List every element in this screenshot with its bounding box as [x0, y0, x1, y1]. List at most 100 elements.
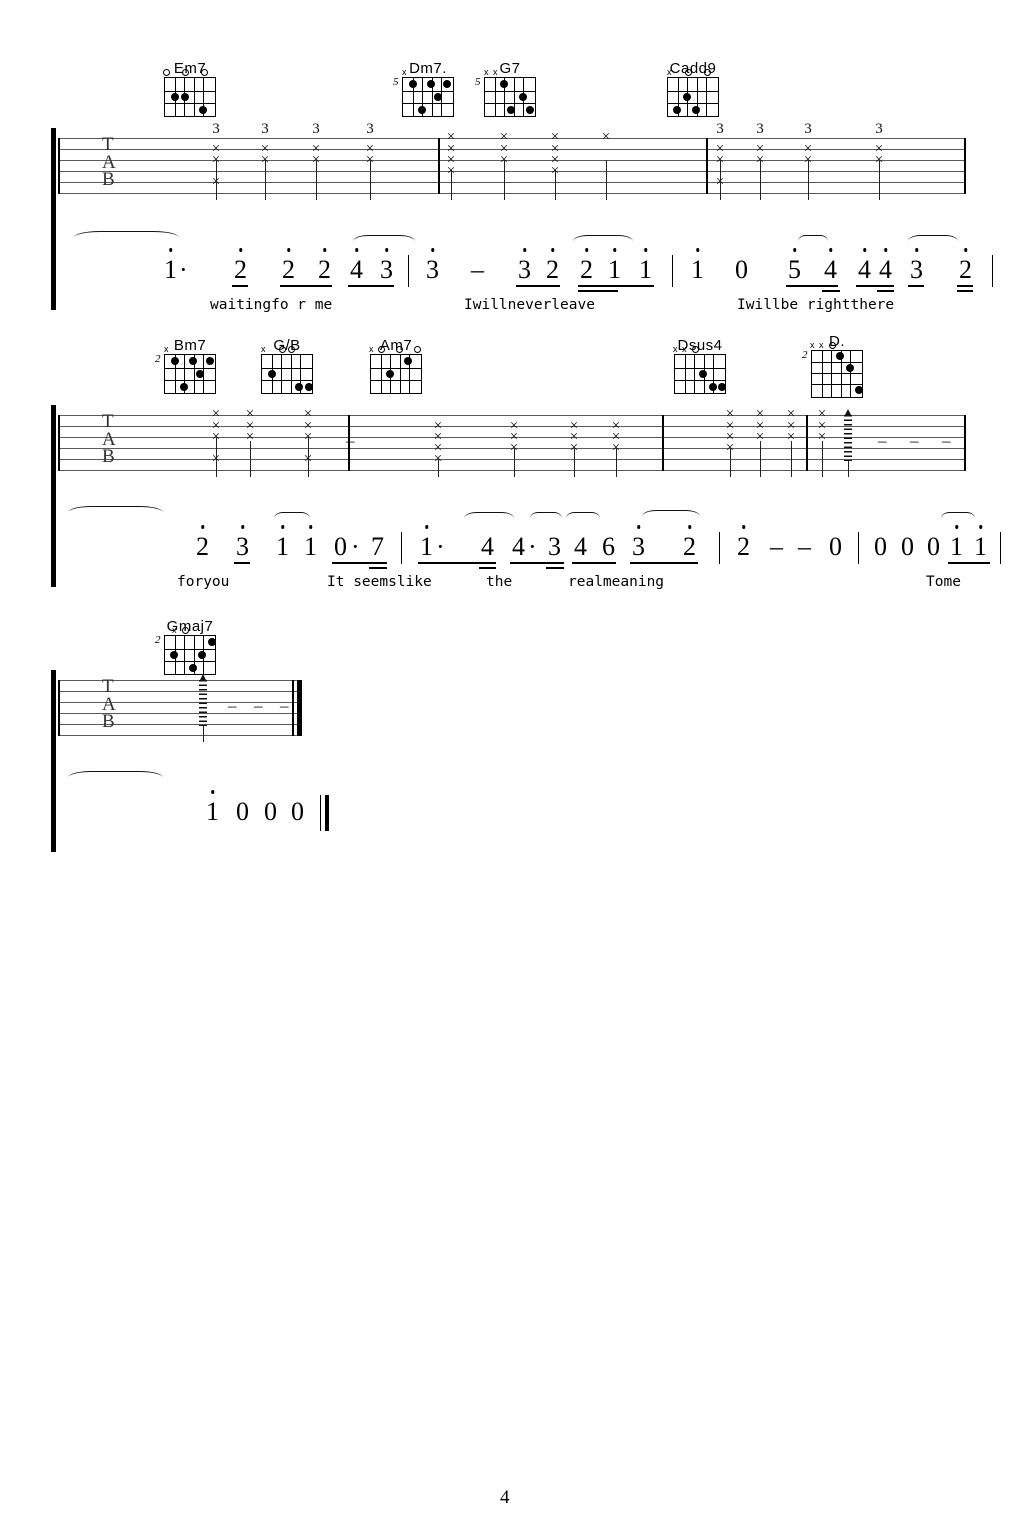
jianpu-note: 4 [574, 532, 587, 561]
jianpu-note: – [798, 532, 811, 561]
jianpu-note: 1 [206, 790, 219, 825]
jianpu-note: 2 [318, 248, 331, 283]
open-string-marker [288, 346, 295, 353]
beam [348, 285, 394, 287]
jianpu-note: 7 [371, 532, 384, 561]
beam [332, 562, 387, 564]
lyric-phrase: Tome [926, 574, 961, 590]
lyric-phrase: the [486, 574, 513, 590]
finger-dot [404, 357, 412, 365]
open-string-marker [182, 69, 189, 76]
tab-staff: TAB × × × × × × × × × × [58, 407, 966, 477]
tab-dash: – [346, 431, 355, 450]
open-string-marker [685, 69, 692, 76]
lyric-phrase: realmeaning [568, 574, 665, 590]
finger-dot [171, 357, 179, 365]
open-string-marker [704, 69, 711, 76]
muted-string-marker: x [484, 67, 489, 77]
slur [566, 512, 600, 525]
beam [369, 567, 387, 569]
slur [274, 512, 310, 525]
tab-dash: – [910, 431, 919, 450]
muted-string-marker: x [493, 67, 498, 77]
open-string-marker [414, 346, 421, 353]
jianpu-note: 1 [691, 248, 704, 283]
beam [572, 562, 616, 564]
barline [58, 680, 60, 736]
tab-clef: TAB [102, 411, 116, 467]
tab-dash: – [280, 696, 289, 715]
jianpu-note: 4 [879, 248, 892, 283]
open-string-marker [201, 69, 208, 76]
finger-dot [206, 357, 214, 365]
beam [630, 562, 698, 564]
jianpu-note: 4 [858, 248, 871, 283]
lyric-phrase: Iwillneverleave [464, 297, 595, 313]
open-string-marker [692, 346, 699, 353]
chord-grid [163, 69, 216, 117]
jianpu-note: 0 [927, 532, 940, 561]
jianpu-note: 3 [380, 248, 393, 283]
chord-diagram-dm7: Dm7. 5 x [393, 60, 460, 117]
jianpu-final-barline [320, 795, 322, 831]
open-string-marker [182, 627, 189, 634]
finger-dot [846, 364, 854, 372]
barline [662, 415, 664, 471]
chord-diagram-dsus4: Dsus4 x x [668, 337, 732, 394]
jianpu-note: 0 [735, 255, 748, 284]
finger-dot [386, 370, 394, 378]
finger-dot [507, 106, 515, 114]
jianpu-barline [408, 255, 410, 287]
jianpu-note: 4 [824, 248, 837, 283]
beam [234, 562, 250, 564]
open-string-marker [396, 346, 403, 353]
jianpu-note: 0 [874, 532, 887, 561]
slur [68, 771, 163, 784]
jianpu-note: 0 [264, 797, 277, 826]
jianpu-note: 6 [602, 532, 615, 561]
muted-string-marker: x [402, 67, 407, 77]
beam [822, 290, 840, 292]
fret-number: 2 [155, 353, 161, 365]
tab-clef: TAB [102, 134, 116, 190]
chord-diagram-em7: Em7 [158, 60, 222, 117]
slur [353, 235, 415, 248]
finger-dot [268, 370, 276, 378]
muted-string-marker: x [172, 625, 177, 635]
jianpu-note: 2 [580, 248, 593, 283]
beam [957, 290, 973, 292]
muted-string-marker: x [164, 344, 169, 354]
jianpu-final-barline-thick [325, 795, 329, 831]
jianpu-note: 5 [788, 248, 801, 283]
tab-staff: TAB – – – [58, 674, 302, 742]
jianpu-barline [858, 532, 860, 564]
staff-system-3: Gmaj7 2 x TAB – – – 1 0 0 0 [46, 618, 329, 855]
finger-dot [199, 106, 207, 114]
jianpu-barline [719, 532, 721, 564]
slur [68, 506, 163, 519]
chord-name: Gmaj7 [166, 618, 214, 635]
finger-dot [718, 383, 726, 391]
beam [786, 285, 838, 287]
finger-dot [196, 370, 204, 378]
beam [280, 285, 332, 287]
jianpu-note: 3 [910, 248, 923, 283]
slur [908, 235, 958, 248]
slur [464, 512, 514, 525]
chord-diagram-g-over-b: G/B x [255, 337, 319, 394]
finger-dot [208, 638, 216, 646]
finger-dot [526, 106, 534, 114]
jianpu-note: 0 [334, 532, 347, 561]
beam [948, 562, 990, 564]
page-number: 4 [500, 1487, 510, 1508]
jianpu-barline [1000, 532, 1002, 564]
beam [856, 285, 894, 287]
beam [546, 567, 564, 569]
beam [479, 567, 496, 569]
finger-dot [683, 93, 691, 101]
jianpu-note: 2 [959, 248, 972, 283]
jianpu-note: 2 [282, 248, 295, 283]
jianpu-note: 0 [236, 797, 249, 826]
muted-string-marker: x [819, 340, 824, 350]
jianpu-note: 1 [420, 525, 433, 560]
